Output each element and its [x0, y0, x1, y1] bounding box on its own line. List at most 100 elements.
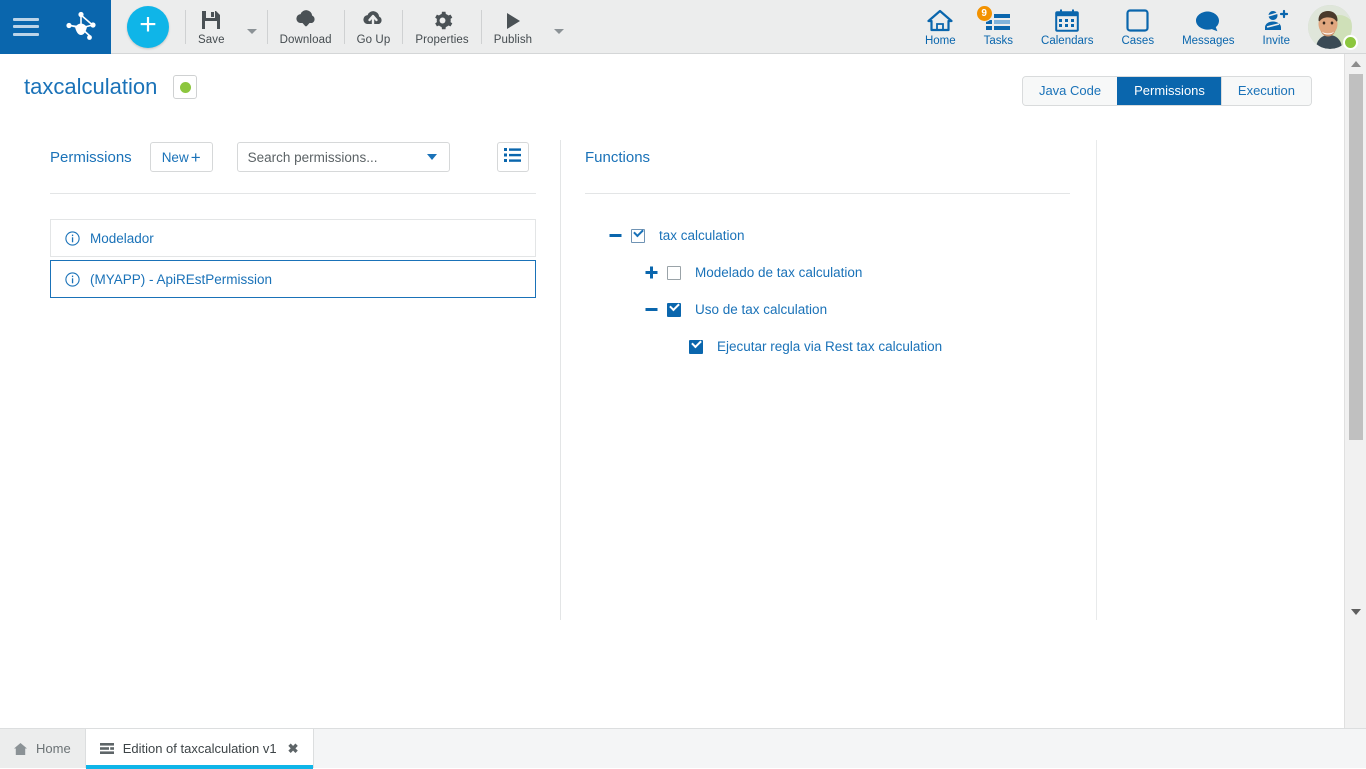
- taskbar-tab-label: Home: [36, 741, 71, 756]
- scrollbar-thumb[interactable]: [1349, 74, 1363, 440]
- permissions-panel: Permissions New + Search permissions...: [50, 140, 536, 298]
- list-item[interactable]: Modelador: [50, 219, 536, 257]
- collapse-minus-icon[interactable]: [643, 302, 659, 318]
- home-icon: [927, 7, 953, 32]
- nav-cases[interactable]: Cases: [1107, 0, 1168, 54]
- download-label: Download: [280, 34, 332, 46]
- tree-checkbox[interactable]: [631, 229, 645, 243]
- go-up-button[interactable]: Go Up: [345, 0, 403, 54]
- publish-button[interactable]: Publish: [482, 0, 544, 54]
- properties-label: Properties: [415, 34, 468, 46]
- list-item-label: (MYAPP) - ApiREstPermission: [90, 272, 272, 287]
- permissions-list: Modelador (MYAPP) - ApiREstPermission: [50, 219, 536, 298]
- nav-calendars[interactable]: Calendars: [1027, 0, 1107, 54]
- page-content: taxcalculation Java Code Permissions Exe…: [0, 54, 1344, 728]
- play-icon: [503, 7, 523, 31]
- nav-invite[interactable]: Invite: [1249, 0, 1305, 54]
- calendar-icon: [1055, 7, 1079, 32]
- avatar[interactable]: [1308, 2, 1358, 52]
- info-circle-icon[interactable]: [65, 231, 80, 246]
- tree-node: tax calculation: [585, 217, 1097, 254]
- new-permission-label: New: [162, 150, 189, 165]
- properties-button[interactable]: Properties: [403, 0, 480, 54]
- page-header: taxcalculation: [24, 74, 197, 100]
- nav-messages[interactable]: Messages: [1168, 0, 1248, 54]
- functions-panel: Functions tax calculation Modelado de ta…: [585, 140, 1097, 365]
- tree-checkbox[interactable]: [689, 340, 703, 354]
- permissions-title: Permissions: [50, 149, 132, 166]
- top-toolbar: + Save Download Go Up Properties Publ: [0, 0, 1366, 54]
- save-button[interactable]: Save: [186, 0, 237, 54]
- tree-node-label: Uso de tax calculation: [695, 302, 827, 317]
- status-badge: [173, 75, 197, 99]
- scroll-down-button[interactable]: [1345, 602, 1366, 622]
- nav-tasks-label: Tasks: [984, 35, 1013, 47]
- search-permissions-placeholder: Search permissions...: [248, 150, 378, 165]
- nav-home[interactable]: Home: [911, 0, 970, 54]
- scroll-up-button[interactable]: [1345, 54, 1366, 74]
- chevron-down-icon: [427, 154, 437, 160]
- triangle-down-icon: [1351, 609, 1361, 615]
- info-circle-icon[interactable]: [65, 272, 80, 287]
- taskbar-tab-edition[interactable]: Edition of taxcalculation v1 ✖: [86, 729, 314, 768]
- list-view-button[interactable]: [497, 142, 529, 172]
- close-icon[interactable]: ✖: [288, 741, 299, 757]
- list-item[interactable]: (MYAPP) - ApiREstPermission: [50, 260, 536, 298]
- save-dropdown-caret[interactable]: [237, 0, 267, 54]
- document-lines-icon: [100, 743, 114, 755]
- collapse-minus-icon[interactable]: [607, 228, 623, 244]
- view-tabs: Java Code Permissions Execution: [1022, 76, 1312, 106]
- upload-cloud-icon: [361, 7, 385, 31]
- tree-node: Modelado de tax calculation: [585, 254, 1097, 291]
- list-view-icon: [504, 148, 521, 167]
- tree-node: Uso de tax calculation: [585, 291, 1097, 328]
- hamburger-icon[interactable]: [13, 18, 39, 36]
- brand-block: [0, 0, 111, 54]
- bottom-taskbar: Home Edition of taxcalculation v1 ✖: [0, 728, 1366, 768]
- page-title: taxcalculation: [24, 74, 157, 100]
- tab-java-code[interactable]: Java Code: [1023, 77, 1117, 105]
- nav-cases-label: Cases: [1121, 35, 1154, 47]
- nav-home-label: Home: [925, 35, 956, 47]
- tree-node-label: tax calculation: [659, 228, 745, 243]
- chevron-down-icon: [247, 29, 257, 34]
- tasks-badge: 9: [976, 5, 993, 22]
- bizagi-logo-icon[interactable]: [64, 10, 98, 44]
- panel-divider-left: [560, 140, 561, 620]
- nav-tasks[interactable]: 9 Tasks: [970, 0, 1027, 54]
- status-green-dot: [180, 82, 191, 93]
- expand-plus-icon[interactable]: [643, 265, 659, 281]
- save-label: Save: [198, 34, 225, 46]
- nav-messages-label: Messages: [1182, 35, 1234, 47]
- publish-dropdown-caret[interactable]: [544, 0, 574, 54]
- permissions-toolbar: Permissions New + Search permissions...: [50, 140, 536, 174]
- plus-icon: +: [191, 149, 201, 166]
- cases-square-icon: [1126, 7, 1149, 32]
- presence-dot: [1343, 35, 1358, 50]
- chevron-down-icon: [554, 29, 564, 34]
- tree-node-label: Modelado de tax calculation: [695, 265, 862, 280]
- top-right-nav: Home 9 Tasks Calendars Cases Messa: [911, 0, 1366, 54]
- new-permission-button[interactable]: New +: [150, 142, 213, 172]
- taskbar-tab-label: Edition of taxcalculation v1: [123, 741, 277, 756]
- invite-user-icon: [1264, 7, 1288, 32]
- create-new-button[interactable]: +: [127, 6, 169, 48]
- speech-bubble-icon: [1195, 7, 1221, 32]
- vertical-scrollbar[interactable]: [1344, 54, 1366, 728]
- functions-separator: [585, 193, 1070, 194]
- functions-tree: tax calculation Modelado de tax calculat…: [585, 217, 1097, 365]
- tab-permissions[interactable]: Permissions: [1117, 77, 1221, 105]
- go-up-label: Go Up: [357, 34, 391, 46]
- home-small-icon: [14, 743, 27, 755]
- search-permissions-input[interactable]: Search permissions...: [237, 142, 450, 172]
- tree-checkbox[interactable]: [667, 266, 681, 280]
- permissions-separator: [50, 193, 536, 194]
- taskbar-tab-home[interactable]: Home: [0, 729, 86, 768]
- functions-title: Functions: [585, 140, 1097, 174]
- tab-execution[interactable]: Execution: [1221, 77, 1311, 105]
- nav-invite-label: Invite: [1263, 35, 1291, 47]
- create-new-wrap: +: [111, 6, 185, 48]
- publish-label: Publish: [494, 34, 532, 46]
- tree-checkbox[interactable]: [667, 303, 681, 317]
- download-button[interactable]: Download: [268, 0, 344, 54]
